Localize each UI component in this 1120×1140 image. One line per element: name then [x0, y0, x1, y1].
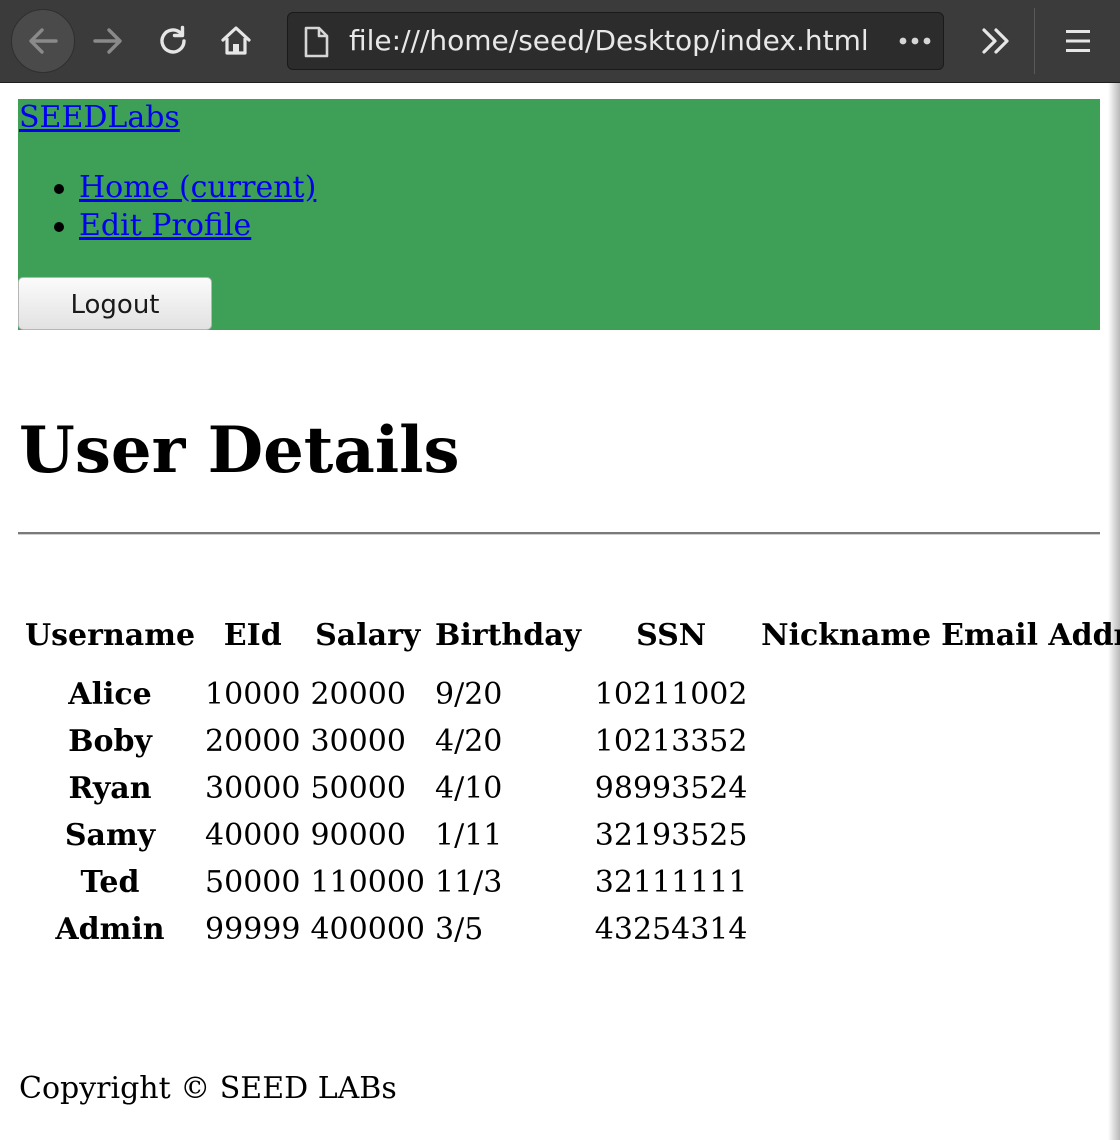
user-details-table: Username EId Salary Birthday SSN Nicknam…: [18, 603, 1120, 955]
cell-birthday: 4/20: [435, 724, 503, 759]
column-header-username: Username: [25, 618, 196, 653]
column-header-ssn: SSN: [636, 618, 707, 653]
cell-username: Alice: [68, 677, 152, 712]
arrow-right-icon: [93, 28, 122, 54]
cell-eid: 50000: [205, 865, 301, 900]
url-text[interactable]: file:///home/seed/Desktop/index.html: [349, 13, 869, 69]
page-title: User Details: [19, 413, 460, 488]
column-header-birthday: Birthday: [435, 618, 582, 653]
cell-salary: 20000: [310, 677, 406, 712]
cell-nickname: [758, 908, 934, 951]
column-header-eid: EId: [223, 618, 282, 653]
page-viewport: SEEDLabs Home (current) Edit Profile Log…: [0, 83, 1120, 1140]
nav-item-edit-profile: Edit Profile: [18, 207, 316, 245]
toolbar-separator: [1034, 8, 1035, 74]
cell-email: [938, 861, 1120, 904]
arrow-left-icon: [29, 28, 58, 54]
cell-username: Samy: [64, 818, 156, 853]
overflow-button[interactable]: [966, 14, 1026, 68]
horizontal-rule: [18, 532, 1100, 535]
cell-eid: 10000: [205, 677, 301, 712]
reload-icon: [160, 25, 186, 54]
page-icon: [304, 26, 329, 58]
cell-email: [938, 908, 1120, 951]
cell-nickname: [758, 720, 934, 763]
cell-email: [938, 814, 1120, 857]
table-header-row: Username EId Salary Birthday SSN Nicknam…: [22, 607, 1120, 669]
table-row: Ryan 30000 50000 4/10 98993524: [22, 767, 1120, 810]
cell-eid: 20000: [205, 724, 301, 759]
table-row: Samy 40000 90000 1/11 32193525: [22, 814, 1120, 857]
cell-username: Admin: [55, 912, 165, 947]
logout-button[interactable]: Logout: [18, 277, 212, 330]
table-row: Alice 10000 20000 9/20 10211002: [22, 673, 1120, 716]
cell-salary: 50000: [310, 771, 406, 806]
column-header-salary: Salary: [315, 618, 421, 653]
nav-list: Home (current) Edit Profile: [18, 169, 316, 245]
cell-nickname: [758, 861, 934, 904]
back-button[interactable]: [11, 9, 75, 73]
cell-eid: 40000: [205, 818, 301, 853]
nav-link-edit-profile[interactable]: Edit Profile: [79, 208, 251, 243]
home-button[interactable]: [204, 9, 268, 73]
cell-ssn: 10211002: [594, 677, 748, 712]
table-row: Ted 50000 110000 11/3 32111111: [22, 861, 1120, 904]
cell-username: Boby: [68, 724, 152, 759]
cell-eid: 99999: [205, 912, 301, 947]
cell-birthday: 3/5: [435, 912, 484, 947]
cell-ssn: 10213352: [594, 724, 748, 759]
forward-button[interactable]: [76, 9, 140, 73]
cell-username: Ted: [80, 865, 140, 900]
cell-ssn: 98993524: [594, 771, 748, 806]
cell-birthday: 1/11: [435, 818, 503, 853]
double-chevron-right-icon: [982, 28, 1009, 54]
cell-ssn: 43254314: [594, 912, 748, 947]
cell-nickname: [758, 767, 934, 810]
cell-salary: 90000: [310, 818, 406, 853]
menu-button[interactable]: [1050, 14, 1106, 68]
cell-birthday: 9/20: [435, 677, 503, 712]
cell-email: [938, 720, 1120, 763]
cell-ssn: 32111111: [594, 865, 748, 900]
table-row: Admin 99999 400000 3/5 43254314: [22, 908, 1120, 951]
cell-username: Ryan: [68, 771, 152, 806]
cell-salary: 400000: [310, 912, 425, 947]
brand-link[interactable]: SEEDLabs: [19, 99, 180, 137]
reload-button[interactable]: [141, 9, 205, 73]
table-row: Boby 20000 30000 4/20 10213352: [22, 720, 1120, 763]
nav-link-home[interactable]: Home (current): [79, 170, 316, 205]
site-navbar: SEEDLabs Home (current) Edit Profile Log…: [18, 99, 1100, 330]
cell-email: [938, 673, 1120, 716]
table-body: Alice 10000 20000 9/20 10211002 Boby 20000 3000…: [22, 673, 1120, 951]
column-header-nickname: Nickname: [761, 618, 932, 653]
home-icon: [221, 26, 251, 55]
cell-birthday: 4/10: [435, 771, 503, 806]
cell-salary: 30000: [310, 724, 406, 759]
nav-item-home: Home (current): [18, 169, 316, 207]
page-actions-button[interactable]: [895, 21, 935, 61]
ellipsis-icon: [899, 37, 931, 45]
cell-nickname: [758, 814, 934, 857]
cell-salary: 110000: [310, 865, 425, 900]
browser-toolbar: file:///home/seed/Desktop/index.html: [0, 0, 1120, 83]
copyright-text: Copyright © SEED LABs: [19, 1071, 397, 1106]
bullet-icon: [54, 184, 64, 194]
column-header-email: Email Address: [941, 618, 1120, 653]
hamburger-menu-icon: [1066, 30, 1090, 52]
url-bar[interactable]: file:///home/seed/Desktop/index.html: [287, 12, 944, 70]
cell-eid: 30000: [205, 771, 301, 806]
cell-birthday: 11/3: [435, 865, 503, 900]
cell-nickname: [758, 673, 934, 716]
bullet-icon: [54, 222, 64, 232]
cell-email: [938, 767, 1120, 810]
cell-ssn: 32193525: [594, 818, 748, 853]
